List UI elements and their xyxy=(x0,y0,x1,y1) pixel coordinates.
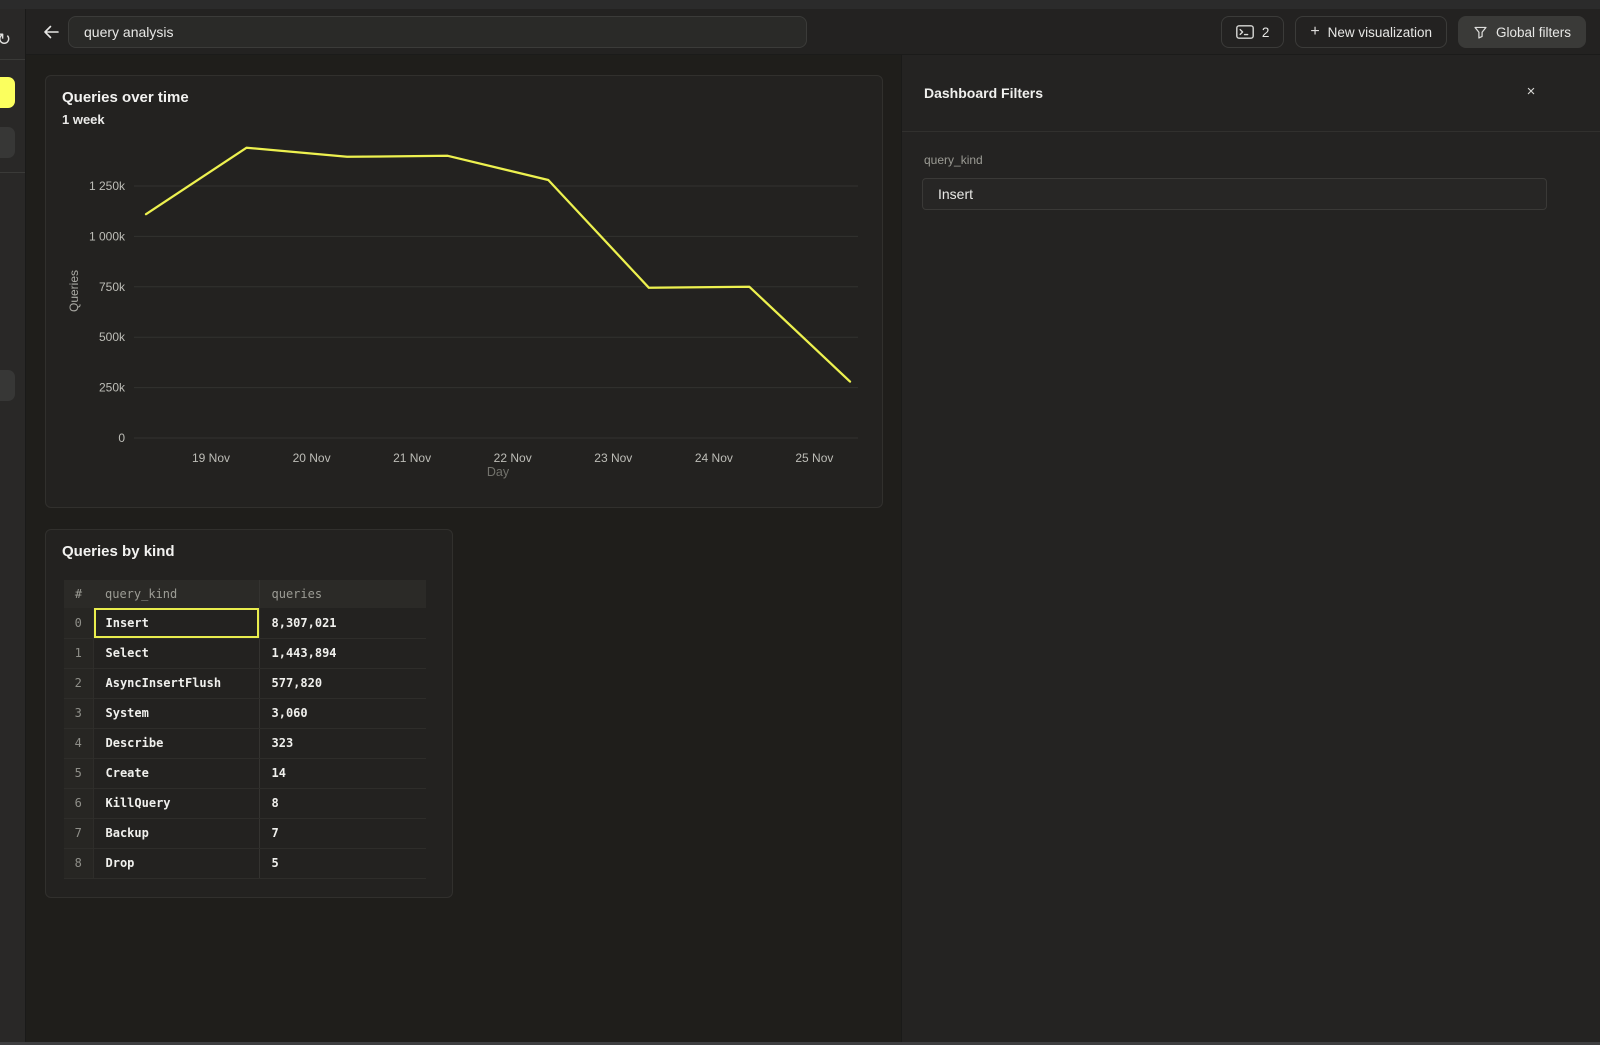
queries-count-cell[interactable]: 8,307,021 xyxy=(259,608,426,638)
svg-text:Queries: Queries xyxy=(67,270,81,312)
funnel-icon xyxy=(1473,25,1488,40)
queries-over-time-chart: 1 250k 1 000k 750k 500k 250k 0 19 Nov 20 Nov 21 … xyxy=(46,76,884,509)
queries-count-cell[interactable]: 1,443,894 xyxy=(259,638,426,668)
svg-text:750k: 750k xyxy=(99,280,126,294)
table-row: 4Describe323 xyxy=(64,728,426,758)
sidebar-divider xyxy=(0,172,26,173)
query-kind-cell-selected[interactable]: Insert xyxy=(93,608,259,638)
filters-panel-title: Dashboard Filters xyxy=(924,85,1043,101)
queries-count-cell[interactable]: 7 xyxy=(259,818,426,848)
console-count: 2 xyxy=(1262,25,1270,40)
row-index: 6 xyxy=(64,788,93,818)
query-kind-cell[interactable]: Select xyxy=(93,638,259,668)
refresh-icon[interactable]: ↻ xyxy=(0,28,16,52)
row-index: 2 xyxy=(64,668,93,698)
sidebar-divider xyxy=(0,59,26,60)
svg-text:24 Nov: 24 Nov xyxy=(695,451,733,465)
queries-by-kind-card[interactable]: Queries by kind # query_kind queries 0In… xyxy=(45,529,453,898)
row-index: 8 xyxy=(64,848,93,878)
table-row: 8Drop5 xyxy=(64,848,426,878)
new-visualization-label: New visualization xyxy=(1328,25,1432,40)
chart-title: Queries over time xyxy=(62,89,189,106)
query-kind-filter-label: query_kind xyxy=(924,153,983,167)
dashboard-app: ↻ 2 + New visualization xyxy=(0,0,1600,1045)
svg-text:21 Nov: 21 Nov xyxy=(393,451,431,465)
queries-count-cell[interactable]: 5 xyxy=(259,848,426,878)
svg-text:22 Nov: 22 Nov xyxy=(494,451,532,465)
queries-count-cell[interactable]: 8 xyxy=(259,788,426,818)
svg-text:23 Nov: 23 Nov xyxy=(594,451,632,465)
table-row: 5Create14 xyxy=(64,758,426,788)
table-row: 3System3,060 xyxy=(64,698,426,728)
query-kind-filter-value: Insert xyxy=(938,186,973,202)
query-kind-cell[interactable]: Create xyxy=(93,758,259,788)
query-kind-cell[interactable]: Describe xyxy=(93,728,259,758)
sidebar-item-workspace-3[interactable] xyxy=(0,370,15,401)
query-kind-cell[interactable]: System xyxy=(93,698,259,728)
top-bar: 2 + New visualization Global filters xyxy=(26,9,1600,55)
table-row: 7Backup7 xyxy=(64,818,426,848)
queries-count-cell[interactable]: 323 xyxy=(259,728,426,758)
query-kind-cell[interactable]: AsyncInsertFlush xyxy=(93,668,259,698)
sidebar-item-workspace-2[interactable] xyxy=(0,127,15,158)
column-header-queries[interactable]: queries xyxy=(259,580,426,608)
row-index: 4 xyxy=(64,728,93,758)
arrow-left-icon xyxy=(41,22,61,42)
new-visualization-button[interactable]: + New visualization xyxy=(1295,16,1447,48)
row-index: 0 xyxy=(64,608,93,638)
panel-divider xyxy=(902,131,1600,132)
svg-text:19 Nov: 19 Nov xyxy=(192,451,230,465)
query-kind-cell[interactable]: KillQuery xyxy=(93,788,259,818)
svg-text:1 000k: 1 000k xyxy=(89,229,126,243)
left-sidebar-rail: ↻ xyxy=(0,9,26,1045)
table-row: 6KillQuery8 xyxy=(64,788,426,818)
query-kind-cell[interactable]: Drop xyxy=(93,848,259,878)
table-row: 1Select1,443,894 xyxy=(64,638,426,668)
row-index: 1 xyxy=(64,638,93,668)
svg-text:250k: 250k xyxy=(99,381,126,395)
table-row: 0Insert8,307,021 xyxy=(64,608,426,638)
top-bar-actions: 2 + New visualization Global filters xyxy=(1221,16,1586,48)
query-kind-cell[interactable]: Backup xyxy=(93,818,259,848)
row-index: 5 xyxy=(64,758,93,788)
table-header: # query_kind queries xyxy=(64,580,426,608)
svg-text:20 Nov: 20 Nov xyxy=(293,451,331,465)
sql-console-button[interactable]: 2 xyxy=(1221,16,1285,48)
row-index: 7 xyxy=(64,818,93,848)
svg-text:1 250k: 1 250k xyxy=(89,179,126,193)
global-filters-label: Global filters xyxy=(1496,25,1571,40)
column-header-query-kind[interactable]: query_kind xyxy=(93,580,259,608)
plus-icon: + xyxy=(1310,23,1319,41)
queries-count-cell[interactable]: 14 xyxy=(259,758,426,788)
dashboard-canvas: Queries over time 1 week 1 250k1 000k750… xyxy=(27,55,901,1045)
queries-count-cell[interactable]: 3,060 xyxy=(259,698,426,728)
dashboard-filters-panel: Dashboard Filters × query_kind Insert xyxy=(901,55,1600,1045)
queries-count-cell[interactable]: 577,820 xyxy=(259,668,426,698)
back-button[interactable] xyxy=(35,17,67,47)
svg-text:0: 0 xyxy=(118,431,125,445)
svg-text:25 Nov: 25 Nov xyxy=(795,451,833,465)
window-top-edge xyxy=(0,0,1600,9)
close-icon[interactable]: × xyxy=(1520,81,1542,103)
chart-subtitle: 1 week xyxy=(62,112,105,127)
svg-text:Day: Day xyxy=(487,465,510,479)
queries-by-kind-table: # query_kind queries 0Insert8,307,0211Se… xyxy=(64,580,426,879)
terminal-window-icon xyxy=(1236,25,1254,39)
dashboard-title-input[interactable] xyxy=(68,16,807,48)
column-header-index[interactable]: # xyxy=(64,580,93,608)
svg-text:500k: 500k xyxy=(99,330,126,344)
table-row: 2AsyncInsertFlush577,820 xyxy=(64,668,426,698)
global-filters-button[interactable]: Global filters xyxy=(1458,16,1586,48)
queries-over-time-card[interactable]: Queries over time 1 week 1 250k 1 000k 750… xyxy=(45,75,883,508)
query-kind-filter-select[interactable]: Insert xyxy=(922,178,1547,210)
table-title: Queries by kind xyxy=(62,543,175,560)
sidebar-item-active-workspace[interactable] xyxy=(0,77,15,108)
row-index: 3 xyxy=(64,698,93,728)
